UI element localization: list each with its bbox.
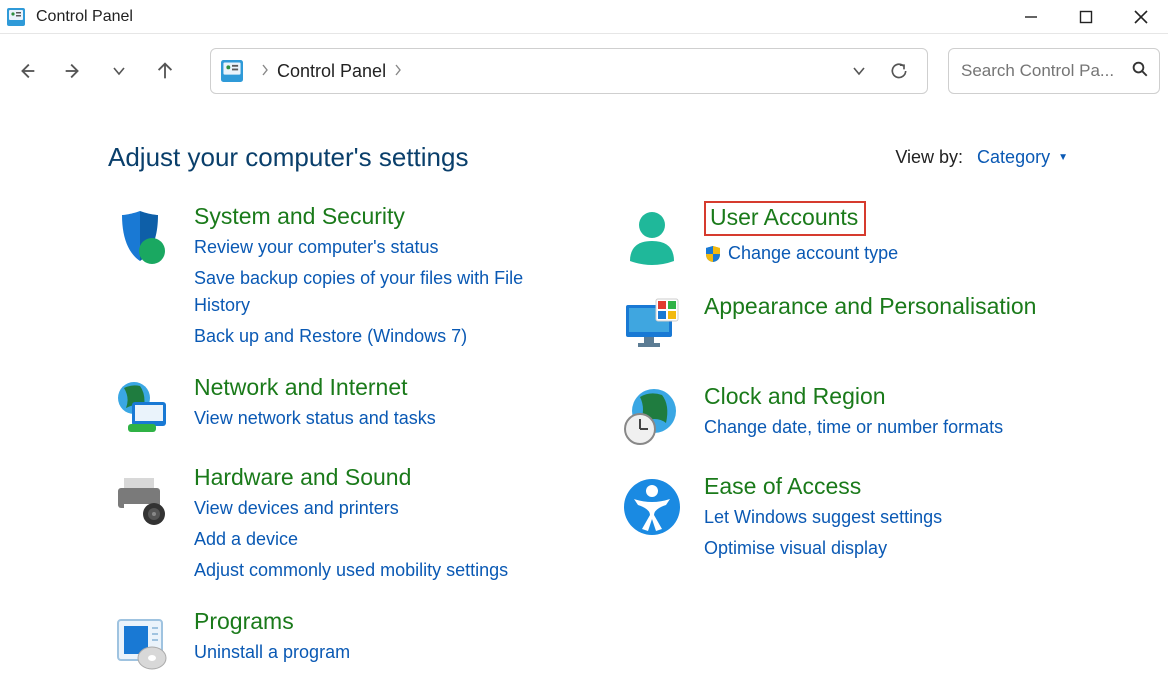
monitor-icon	[618, 293, 686, 359]
link-devices-printers[interactable]: View devices and printers	[194, 495, 578, 522]
nav-toolbar: Control Panel	[0, 34, 1168, 108]
accessibility-icon	[618, 473, 686, 562]
category-clock-region: Clock and Region Change date, time or nu…	[618, 383, 1088, 449]
view-by: View by: Category ▼	[895, 147, 1068, 168]
link-date-time-formats[interactable]: Change date, time or number formats	[704, 414, 1088, 441]
view-by-label: View by:	[895, 147, 963, 168]
link-backup-restore[interactable]: Back up and Restore (Windows 7)	[194, 323, 578, 350]
address-dropdown[interactable]	[839, 51, 879, 91]
link-mobility-settings[interactable]: Adjust commonly used mobility settings	[194, 557, 578, 584]
search-icon	[1131, 60, 1149, 83]
link-label: Change account type	[728, 240, 898, 267]
window-title: Control Panel	[36, 8, 133, 26]
breadcrumb-separator	[261, 64, 269, 79]
globe-icon	[108, 374, 176, 440]
shield-icon	[108, 203, 176, 350]
category-appearance-personalisation: Appearance and Personalisation	[618, 293, 1088, 359]
category-ease-of-access: Ease of Access Let Windows suggest setti…	[618, 473, 1088, 562]
address-bar[interactable]: Control Panel	[210, 48, 928, 94]
uac-shield-icon	[704, 245, 722, 263]
up-button[interactable]	[146, 52, 184, 90]
link-file-history[interactable]: Save backup copies of your files with Fi…	[194, 265, 578, 319]
close-button[interactable]	[1113, 0, 1168, 34]
category-title[interactable]: Ease of Access	[704, 473, 1088, 500]
category-title[interactable]: Clock and Region	[704, 383, 1088, 410]
content-header: Adjust your computer's settings View by:…	[108, 108, 1168, 203]
category-title[interactable]: Network and Internet	[194, 374, 578, 401]
content-area: Adjust your computer's settings View by:…	[0, 108, 1168, 674]
maximize-button[interactable]	[1058, 0, 1113, 34]
breadcrumb-separator	[394, 64, 402, 79]
control-panel-icon	[6, 7, 26, 27]
category-network-internet: Network and Internet View network status…	[108, 374, 578, 440]
category-hardware-sound: Hardware and Sound View devices and prin…	[108, 464, 578, 584]
search-box[interactable]	[948, 48, 1160, 94]
user-icon	[618, 203, 686, 269]
back-button[interactable]	[8, 52, 46, 90]
forward-button[interactable]	[54, 52, 92, 90]
category-title[interactable]: Programs	[194, 608, 578, 635]
printer-icon	[108, 464, 176, 584]
category-title[interactable]: Appearance and Personalisation	[704, 293, 1088, 320]
category-title[interactable]: Hardware and Sound	[194, 464, 578, 491]
titlebar: Control Panel	[0, 0, 1168, 34]
category-title[interactable]: System and Security	[194, 203, 578, 230]
link-review-status[interactable]: Review your computer's status	[194, 234, 578, 261]
link-optimise-display[interactable]: Optimise visual display	[704, 535, 1088, 562]
breadcrumb-item[interactable]: Control Panel	[277, 61, 386, 82]
category-user-accounts: User Accounts	[618, 203, 1088, 269]
chevron-down-icon: ▼	[1058, 152, 1068, 163]
category-title[interactable]: User Accounts	[704, 201, 866, 236]
view-by-dropdown[interactable]: Category ▼	[977, 147, 1068, 168]
clock-globe-icon	[618, 383, 686, 449]
link-uninstall-program[interactable]: Uninstall a program	[194, 639, 578, 666]
search-input[interactable]	[959, 60, 1125, 82]
programs-icon	[108, 608, 176, 674]
link-network-status[interactable]: View network status and tasks	[194, 405, 578, 432]
category-programs: Programs Uninstall a program	[108, 608, 578, 674]
refresh-button[interactable]	[879, 51, 919, 91]
page-title: Adjust your computer's settings	[108, 142, 468, 173]
link-suggest-settings[interactable]: Let Windows suggest settings	[704, 504, 1088, 531]
minimize-button[interactable]	[1003, 0, 1058, 34]
category-system-security: System and Security Review your computer…	[108, 203, 578, 350]
link-add-device[interactable]: Add a device	[194, 526, 578, 553]
link-change-account-type[interactable]: Change account type	[704, 240, 1088, 267]
recent-dropdown[interactable]	[100, 52, 138, 90]
control-panel-icon	[219, 58, 245, 84]
view-by-value: Category	[977, 147, 1050, 168]
